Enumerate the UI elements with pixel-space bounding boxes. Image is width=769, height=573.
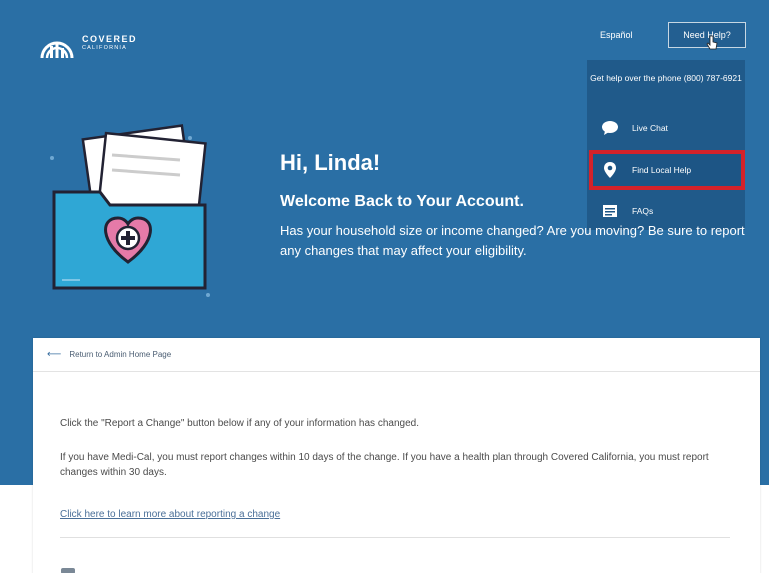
intro-text: Has your household size or income change…	[280, 223, 745, 258]
welcome-subheading: Welcome Back to Your Account.	[280, 193, 524, 210]
logo-text-california: CALIFORNIA	[82, 44, 128, 51]
logo-text-covered: COVERED	[82, 33, 138, 44]
covered-california-logo[interactable]: COVERED CALIFORNIA	[38, 24, 137, 62]
menu-item-label: FAQs	[632, 206, 654, 216]
menu-item-find-local-help[interactable]: Find Local Help	[601, 158, 691, 182]
logo-icon	[40, 41, 74, 59]
language-link[interactable]: Español	[600, 30, 633, 40]
report-change-card: ⟵ Return to Admin Home Page Click the "R…	[33, 338, 760, 573]
back-link[interactable]: Return to Admin Home Page	[69, 350, 171, 359]
back-link-row[interactable]: ⟵ Return to Admin Home Page	[33, 338, 760, 372]
report-instruction: Click the "Report a Change" button below…	[60, 418, 419, 429]
medical-folder-illustration	[50, 124, 210, 297]
menu-item-label: Live Chat	[632, 123, 668, 133]
learn-more-link[interactable]: Click here to learn more about reporting…	[60, 509, 280, 520]
partial-icon	[61, 568, 75, 573]
map-pin-icon	[601, 162, 619, 178]
mouse-cursor-icon	[706, 35, 718, 50]
greeting-heading: Hi, Linda!	[280, 150, 381, 175]
faq-icon	[601, 203, 619, 219]
back-arrow-icon: ⟵	[47, 349, 62, 360]
chat-bubble-icon	[601, 120, 619, 136]
menu-item-faqs[interactable]: FAQs	[601, 199, 653, 223]
medi-cal-note: If you have Medi-Cal, you must report ch…	[60, 452, 709, 478]
menu-item-live-chat[interactable]: Live Chat	[601, 116, 668, 140]
menu-item-label: Find Local Help	[632, 165, 692, 175]
phone-help-text: Get help over the phone (800) 787-6921	[590, 73, 742, 83]
divider	[60, 537, 730, 538]
